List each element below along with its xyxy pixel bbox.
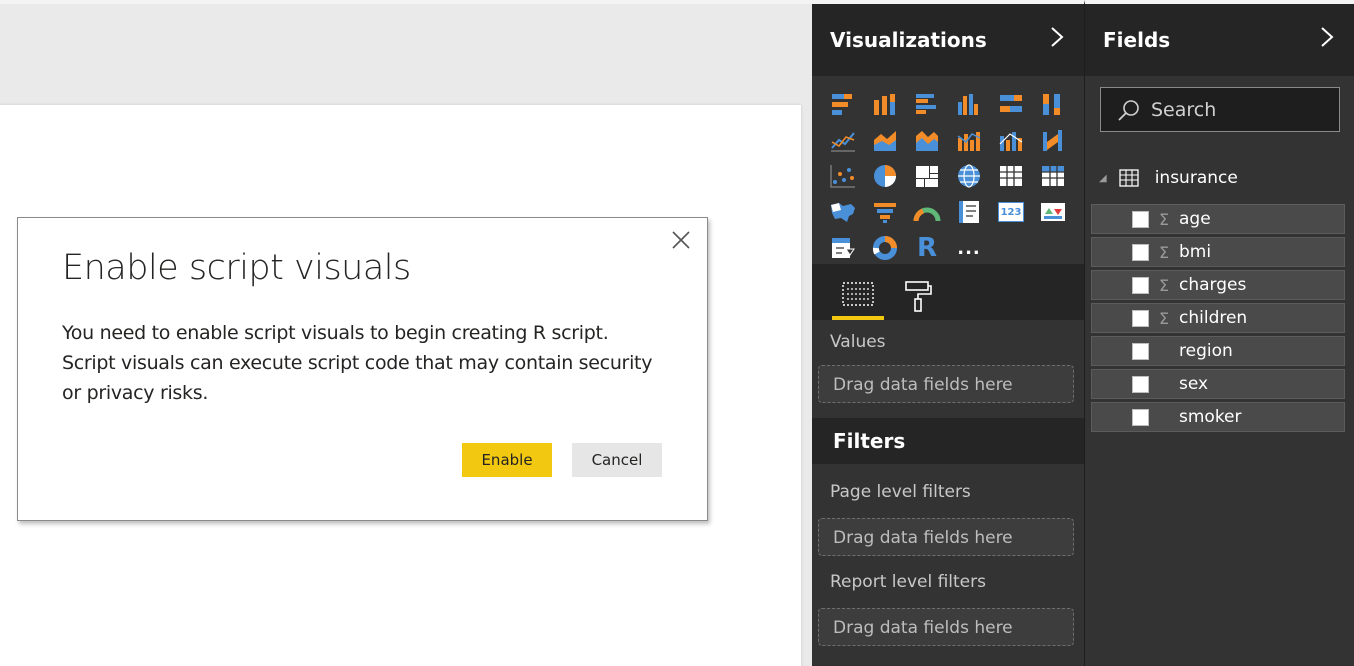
card-number-label: 123 — [998, 202, 1024, 222]
chevron-right-icon[interactable] — [1050, 26, 1064, 54]
filled-map-icon[interactable] — [822, 195, 864, 229]
values-label: Values — [830, 332, 886, 352]
tab-format[interactable] — [892, 272, 944, 320]
field-item-age[interactable]: Σ age — [1091, 204, 1345, 234]
page-level-filters-label: Page level filters — [830, 482, 971, 502]
fields-pane: Fields Search ◢ insurance Σ age Σ bmi Σ … — [1084, 0, 1354, 666]
r-visual-label: R — [916, 233, 938, 263]
gauge-icon[interactable] — [906, 195, 948, 229]
expand-triangle-icon[interactable]: ◢ — [1099, 173, 1107, 184]
chevron-right-icon[interactable] — [1320, 26, 1334, 54]
field-item-smoker[interactable]: smoker — [1091, 402, 1345, 432]
stacked-area-chart-icon[interactable] — [906, 123, 948, 157]
field-checkbox[interactable] — [1132, 309, 1149, 327]
table-icon — [1119, 169, 1139, 187]
field-checkbox[interactable] — [1132, 243, 1149, 261]
report-filters-drop-zone[interactable]: Drag data fields here — [818, 608, 1074, 646]
donut-chart-icon[interactable] — [864, 231, 906, 265]
card-visual-icon[interactable]: 123 — [990, 195, 1032, 229]
visualizations-header: Visualizations — [812, 4, 1084, 76]
field-checkbox[interactable] — [1132, 408, 1149, 426]
fields-title: Fields — [1103, 28, 1171, 52]
fields-search-input[interactable]: Search — [1100, 87, 1340, 132]
page-filters-drop-zone[interactable]: Drag data fields here — [818, 518, 1074, 556]
sigma-icon: Σ — [1158, 209, 1170, 229]
line-and-clustered-column-icon[interactable] — [990, 123, 1032, 157]
stacked-bar-chart-icon[interactable] — [822, 87, 864, 121]
matrix-visual-icon[interactable] — [1032, 159, 1074, 193]
filters-title: Filters — [812, 418, 1084, 464]
values-drop-zone[interactable]: Drag data fields here — [818, 365, 1074, 403]
dialog-title: Enable script visuals — [62, 248, 411, 288]
multi-row-card-icon[interactable] — [948, 195, 990, 229]
visualizations-pane: Visualizations 123 R ... Values Drag dat… — [812, 0, 1084, 666]
field-checkbox[interactable] — [1132, 375, 1149, 393]
visualization-gallery: 123 R ... — [822, 86, 1076, 266]
area-chart-icon[interactable] — [864, 123, 906, 157]
clustered-bar-chart-icon[interactable] — [906, 87, 948, 121]
line-chart-icon[interactable] — [822, 123, 864, 157]
field-name: sex — [1179, 374, 1209, 394]
100-percent-stacked-column-icon[interactable] — [1032, 87, 1074, 121]
field-item-charges[interactable]: Σ charges — [1091, 270, 1345, 300]
field-checkbox[interactable] — [1132, 276, 1149, 294]
more-visuals-label: ... — [957, 237, 981, 259]
report-level-filters-label: Report level filters — [830, 572, 986, 592]
visualization-tabs — [812, 264, 1084, 320]
line-and-stacked-column-icon[interactable] — [948, 123, 990, 157]
r-script-visual-icon[interactable]: R — [906, 231, 948, 265]
treemap-icon[interactable] — [906, 159, 948, 193]
search-placeholder: Search — [1151, 98, 1217, 121]
field-checkbox[interactable] — [1132, 210, 1149, 228]
table-node-insurance[interactable]: ◢ insurance — [1099, 168, 1238, 188]
field-name: region — [1179, 341, 1233, 361]
field-item-children[interactable]: Σ children — [1091, 303, 1345, 333]
100-percent-stacked-bar-icon[interactable] — [990, 87, 1032, 121]
report-canvas-area: Enable script visuals You need to enable… — [0, 0, 812, 666]
map-globe-icon[interactable] — [948, 159, 990, 193]
table-name: insurance — [1154, 168, 1238, 188]
field-checkbox[interactable] — [1132, 342, 1149, 360]
scatter-chart-icon[interactable] — [822, 159, 864, 193]
paint-roller-icon — [905, 281, 932, 312]
sigma-icon: Σ — [1158, 275, 1170, 295]
slicer-icon[interactable] — [822, 231, 864, 265]
field-item-region[interactable]: region — [1091, 336, 1345, 366]
cancel-button[interactable]: Cancel — [572, 443, 662, 477]
visualizations-title: Visualizations — [830, 28, 987, 52]
field-name: charges — [1179, 275, 1247, 295]
pie-chart-icon[interactable] — [864, 159, 906, 193]
field-name: smoker — [1179, 407, 1242, 427]
tab-fields-well[interactable] — [832, 272, 884, 320]
enable-script-visuals-dialog: Enable script visuals You need to enable… — [17, 217, 708, 521]
field-item-bmi[interactable]: Σ bmi — [1091, 237, 1345, 267]
table-visual-icon[interactable] — [990, 159, 1032, 193]
sigma-icon: Σ — [1158, 308, 1170, 328]
field-name: children — [1179, 308, 1248, 328]
fields-well-icon — [842, 282, 874, 306]
field-item-sex[interactable]: sex — [1091, 369, 1345, 399]
sigma-icon: Σ — [1158, 242, 1170, 262]
more-visuals-icon[interactable]: ... — [948, 231, 990, 265]
stacked-column-chart-icon[interactable] — [864, 87, 906, 121]
kpi-visual-icon[interactable] — [1032, 195, 1074, 229]
ribbon-chart-icon[interactable] — [1032, 123, 1074, 157]
field-list: Σ age Σ bmi Σ charges Σ children region … — [1091, 204, 1345, 435]
search-icon — [1118, 99, 1139, 121]
field-name: bmi — [1179, 242, 1212, 262]
funnel-chart-icon[interactable] — [864, 195, 906, 229]
fields-header: Fields — [1085, 4, 1354, 76]
close-icon[interactable] — [669, 228, 693, 252]
field-name: age — [1179, 209, 1211, 229]
dialog-message: You need to enable script visuals to beg… — [62, 322, 653, 404]
enable-button[interactable]: Enable — [462, 443, 552, 477]
clustered-column-chart-icon[interactable] — [948, 87, 990, 121]
